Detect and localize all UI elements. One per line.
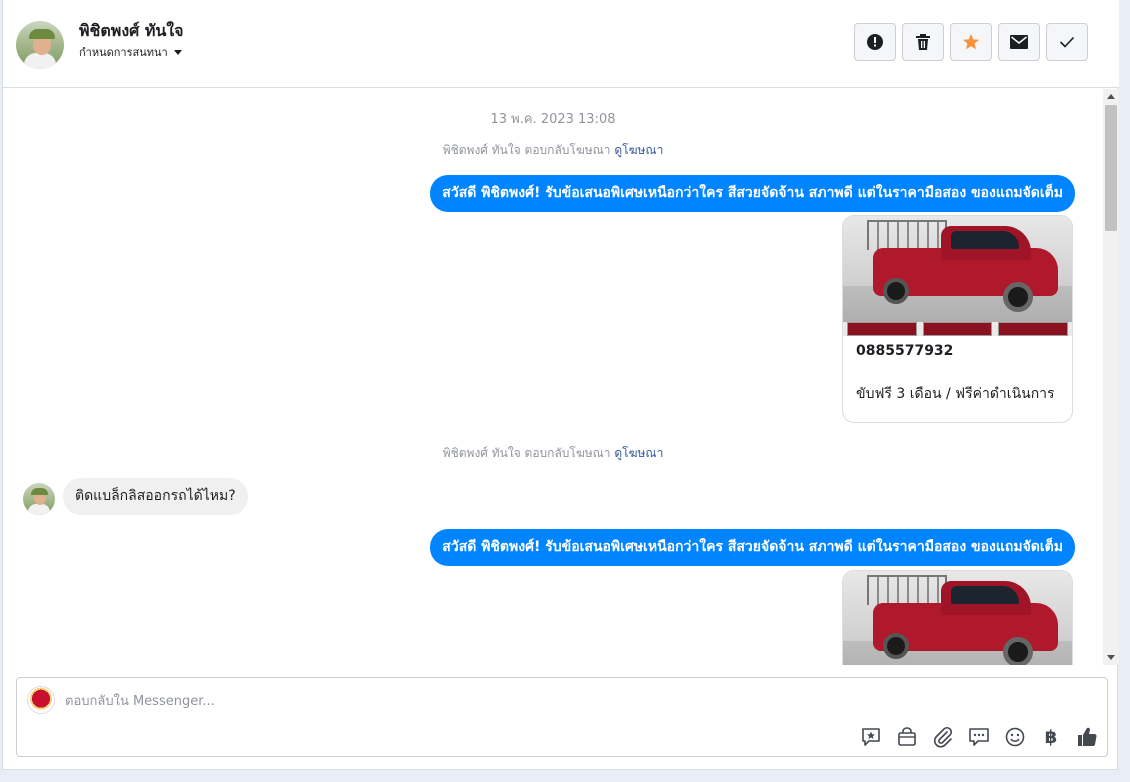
scroll-down-arrow-icon[interactable] [1107,655,1115,660]
conversation-schedule-label: กำหนดการสนทนา [79,46,168,59]
emoji-button[interactable] [1003,725,1027,749]
ad-product-card[interactable]: 0885577932 ขับฟรี 3 เดือน / ฟรีค่าดำเนิน… [842,215,1073,423]
scroll-thumb[interactable] [1105,105,1117,231]
conversation-schedule-dropdown[interactable]: กำหนดการสนทนา [79,43,182,61]
page-avatar [27,686,55,714]
contact-avatar-small[interactable] [23,483,55,515]
exclamation-circle-icon [867,34,883,50]
saved-reply-icon [862,728,880,746]
envelope-icon [1010,35,1028,49]
baht-icon: ฿ [1044,726,1058,748]
trash-icon [916,34,930,50]
star-button[interactable] [950,23,992,61]
outgoing-message-bubble[interactable]: สวัสดี พิชิตพงศ์! รับข้อเสนอพิเศษเหนือกว… [430,175,1075,212]
incoming-message-bubble[interactable]: ติดแบล็กลิสออกรถได้ไหม? [63,478,248,515]
ad-product-card[interactable] [842,570,1073,665]
attach-button[interactable] [931,725,955,749]
saved-reply-button[interactable] [859,725,883,749]
thumbs-up-icon [1078,727,1097,747]
done-button[interactable] [1046,23,1088,61]
ad-reply-note: พิชิตพงศ์ ทันใจ ตอบกลับโฆษณา ดูโฆษณา [3,444,1103,463]
view-ad-link[interactable]: ดูโฆษณา [614,446,663,460]
message-timestamp: 13 พ.ค. 2023 13:08 [490,112,616,127]
chat-bubbles-icon [969,728,989,746]
conversation-header: พิชิตพงศ์ ทันใจ กำหนดการสนทนา [3,0,1119,88]
payment-button[interactable]: ฿ [1039,725,1063,749]
scrollbar[interactable] [1103,89,1119,665]
ad-reply-text: พิชิตพงศ์ ทันใจ ตอบกลับโฆษณา [442,143,611,157]
star-icon [963,34,979,50]
card-subtitle: ขับฟรี 3 เดือน / ฟรีค่าดำเนินการ [856,386,1055,402]
delete-button[interactable] [902,23,944,61]
ad-reply-text: พิชิตพงศ์ ทันใจ ตอบกลับโฆษณา [442,446,611,460]
outgoing-message-bubble[interactable]: สวัสดี พิชิตพงศ์! รับข้อเสนอพิเศษเหนือกว… [430,529,1075,566]
shop-button[interactable] [895,725,919,749]
shop-bag-icon [898,727,916,746]
mark-unread-button[interactable] [998,23,1040,61]
paperclip-icon [934,726,953,748]
like-button[interactable] [1075,725,1099,749]
quick-replies-button[interactable] [967,725,991,749]
truck-image [843,571,1072,665]
conversation-panel: พิชิตพงศ์ ทันใจ กำหนดการสนทนา 13 พ.ค. 20… [2,0,1119,770]
reply-composer: ฿ [16,677,1108,757]
caret-down-icon [173,49,182,55]
check-icon [1059,36,1075,48]
truck-image [843,216,1072,336]
smiley-icon [1005,727,1025,747]
contact-avatar[interactable] [16,21,64,69]
header-actions [854,23,1088,61]
view-ad-link[interactable]: ดูโฆษณา [614,143,663,157]
ad-reply-note: พิชิตพงศ์ ทันใจ ตอบกลับโฆษณา ดูโฆษณา [3,141,1103,160]
report-button[interactable] [854,23,896,61]
contact-name[interactable]: พิชิตพงศ์ ทันใจ [79,19,184,44]
message-thread[interactable]: 13 พ.ค. 2023 13:08 พิชิตพงศ์ ทันใจ ตอบกล… [3,89,1103,665]
card-title: 0885577932 [856,343,954,359]
scroll-up-arrow-icon[interactable] [1107,94,1115,99]
composer-tools: ฿ [859,725,1099,749]
reply-input[interactable] [65,690,765,712]
